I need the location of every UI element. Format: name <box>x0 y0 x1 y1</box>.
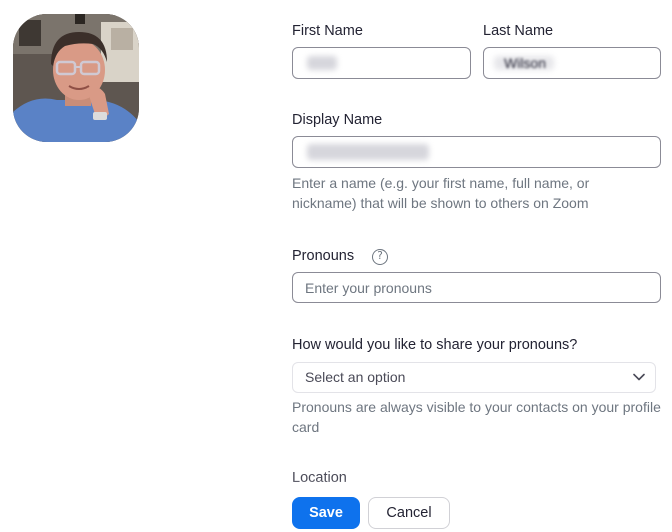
avatar[interactable] <box>13 14 139 142</box>
share-pronouns-label: How would you like to share your pronoun… <box>292 337 578 353</box>
last-name-value: Wilson <box>504 55 547 71</box>
help-circle-icon[interactable]: ? <box>372 249 388 265</box>
cancel-button[interactable]: Cancel <box>368 497 450 529</box>
first-name-label: First Name <box>292 23 363 39</box>
last-name-label: Last Name <box>483 23 554 39</box>
display-name-field[interactable] <box>292 136 661 168</box>
display-name-redacted <box>307 144 429 160</box>
first-name-redacted <box>307 56 337 70</box>
share-pronouns-selected: Select an option <box>305 369 406 385</box>
first-name-field[interactable] <box>292 47 471 79</box>
share-pronouns-help: Pronouns are always visible to your cont… <box>292 399 661 435</box>
save-button[interactable]: Save <box>292 497 360 529</box>
display-name-help: Enter a name (e.g. your first name, full… <box>292 175 590 211</box>
edit-profile-page: First Name Last Name Wilson Display Name… <box>0 0 672 532</box>
pronouns-input[interactable] <box>292 272 661 303</box>
last-name-field[interactable]: Wilson <box>483 47 661 79</box>
share-pronouns-select[interactable]: Select an option <box>292 362 656 393</box>
display-name-label: Display Name <box>292 112 383 128</box>
pronouns-label: Pronouns <box>292 248 355 264</box>
profile-photo-icon <box>13 14 139 142</box>
chevron-down-icon <box>633 373 645 381</box>
location-label: Location <box>292 470 347 486</box>
